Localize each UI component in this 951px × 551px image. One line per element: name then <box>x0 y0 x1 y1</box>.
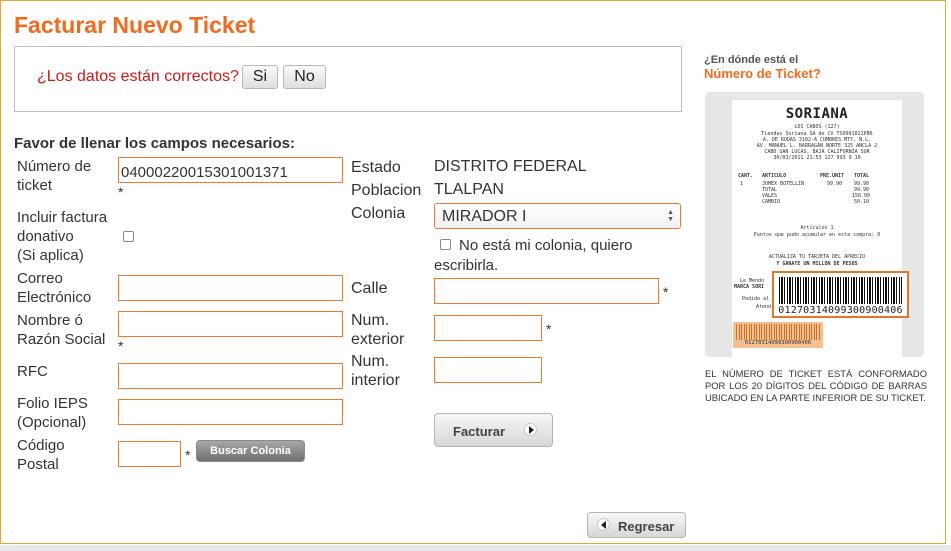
num-ext-label-line2: exterior <box>351 331 405 348</box>
colonia-selected: MIRADOR I <box>442 208 527 225</box>
ticket-puntos: Puntos que pudo acumular en esta compra:… <box>753 232 881 238</box>
correo-label-line1: Correo <box>17 270 63 287</box>
confirm-question: ¿Los datos están correctos? <box>37 68 239 85</box>
folio-input[interactable] <box>118 399 343 425</box>
nombre-input[interactable] <box>118 311 343 337</box>
ticket-side4: Atend <box>756 304 772 310</box>
ticket-paper: SORIANA LOS CABOS (127) Tiendas Soriana … <box>732 100 902 357</box>
nombre-label: Nombre ó Razón Social <box>17 311 105 349</box>
cp-label-line2: Postal <box>17 456 59 473</box>
regresar-label: Regresar <box>618 519 675 534</box>
help-question-line2: Número de Ticket? <box>704 66 821 81</box>
regresar-button[interactable]: Regresar <box>587 512 686 538</box>
no-colonia-label-line2: escribirla. <box>434 257 499 274</box>
donativo-checkbox[interactable] <box>123 231 134 242</box>
play-left-icon <box>597 518 610 531</box>
ticket-label-line1: Número de <box>17 158 92 175</box>
bottom-strip <box>0 545 951 551</box>
num-int-label-line1: Num. <box>351 353 390 370</box>
num-ext-required-mark: * <box>546 321 552 337</box>
no-colonia-checkbox[interactable] <box>440 239 451 250</box>
num-int-label: Num. interior <box>351 352 400 390</box>
highlighted-barcode: 01270314099300900406 <box>772 271 909 318</box>
ticket-promo2: Y GANATE UN MILLON DE PESOS <box>776 261 858 267</box>
rfc-input[interactable] <box>118 363 343 389</box>
calle-input[interactable] <box>434 278 659 304</box>
ticket-store: LOS CABOS (127) <box>794 124 840 130</box>
ticket-cambio-value: 50.10 <box>854 199 870 205</box>
ticket-number-input[interactable]: 04000220015301001371 <box>118 157 343 183</box>
facturar-button[interactable]: Facturar <box>434 413 553 447</box>
correo-label-line2: Electrónico <box>17 289 92 306</box>
num-ext-label: Num. exterior <box>351 311 404 349</box>
num-int-input[interactable] <box>434 357 542 383</box>
no-colonia-label-line1: No está mi colonia, quiero <box>459 237 633 254</box>
ticket-promo1: ACTUALIZA TU TARJETA DEL APRECIO <box>768 254 866 260</box>
ticket-datetime: 30/03/2011 21:53 127 993 9 10 <box>773 155 861 161</box>
barcode-bars <box>779 277 902 304</box>
ticket-label-line2: ticket <box>17 177 53 194</box>
nombre-label-line1: Nombre ó <box>17 312 83 329</box>
help-description: EL NÚMERO DE TICKET ESTÁ CONFORMADO POR … <box>705 368 927 403</box>
ticket-example-image: SORIANA LOS CABOS (127) Tiendas Soriana … <box>705 92 924 357</box>
colonia-label: Colonia <box>351 205 406 222</box>
page-title: Facturar Nuevo Ticket <box>14 12 256 38</box>
ticket-side3: Pedido al <box>742 296 770 302</box>
estado-label: Estado <box>351 159 401 176</box>
ticket-required-mark: * <box>118 184 124 200</box>
ticket-col-art: ARTICULO <box>762 173 787 179</box>
ticket-articulos: Artículos 1 <box>800 225 834 231</box>
small-barcode: 01270314099300900406 <box>733 322 823 348</box>
calle-label: Calle <box>351 280 388 297</box>
no-button[interactable]: No <box>283 65 326 89</box>
cp-input[interactable] <box>118 441 181 467</box>
play-right-icon <box>524 423 537 436</box>
cp-required-mark: * <box>185 447 191 463</box>
poblacion-label: Poblacion <box>351 182 422 199</box>
folio-label-line2: (Opcional) <box>17 414 87 431</box>
rfc-label: RFC <box>17 363 48 380</box>
num-ext-input[interactable] <box>434 315 542 341</box>
folio-label: Folio IEPS (Opcional) <box>17 394 88 432</box>
buscar-colonia-button[interactable]: Buscar Colonia <box>196 440 305 462</box>
ticket-brand: SORIANA <box>785 106 849 122</box>
donativo-label: Incluir factura donativo (Si aplica) <box>17 208 107 265</box>
small-barcode-bars <box>736 324 820 340</box>
cp-label-line1: Código <box>17 437 65 454</box>
correo-input[interactable] <box>118 275 343 301</box>
section-title: Favor de llenar los campos necesarios: <box>14 135 295 152</box>
calle-required-mark: * <box>663 284 669 300</box>
donativo-label-line3: (Si aplica) <box>17 247 84 264</box>
facturar-label: Facturar <box>453 424 506 439</box>
nombre-label-line2: Razón Social <box>17 331 106 348</box>
num-int-label-line2: interior <box>351 372 400 389</box>
poblacion-value: TLALPAN <box>434 181 504 198</box>
ticket-col-tot: TOTAL <box>854 173 870 179</box>
ticket-item-price: 99.90 <box>827 181 843 187</box>
cp-label: Código Postal <box>17 436 65 474</box>
yes-button[interactable]: Si <box>242 65 278 89</box>
ticket-number-label: Número de ticket <box>17 157 91 195</box>
select-arrows-icon: ▲ ▼ <box>667 209 674 223</box>
nombre-required-mark: * <box>118 338 124 354</box>
help-question-line1: ¿En dónde está el <box>704 54 799 66</box>
ticket-col-pre: PRE.UNIT <box>820 173 845 179</box>
ticket-side2: MARCA SORI <box>734 284 765 290</box>
colonia-select[interactable]: MIRADOR I ▲ ▼ <box>434 203 681 229</box>
ticket-item-qty: 1 <box>740 181 744 187</box>
correo-label: Correo Electrónico <box>17 269 91 307</box>
donativo-label-line2: donativo <box>17 228 74 245</box>
ticket-cambio-label: CAMBIO <box>762 199 781 205</box>
barcode-number: 01270314099300900406 <box>778 305 903 316</box>
ticket-col-cant: CANT. <box>738 173 754 179</box>
num-ext-label-line1: Num. <box>351 312 390 329</box>
folio-label-line1: Folio IEPS <box>17 395 88 412</box>
confirm-box: ¿Los datos están correctos? Si No <box>14 46 682 112</box>
small-barcode-number: 01270314099300900406 <box>744 340 812 346</box>
donativo-label-line1: Incluir factura <box>17 209 108 226</box>
estado-value: DISTRITO FEDERAL <box>434 158 587 175</box>
